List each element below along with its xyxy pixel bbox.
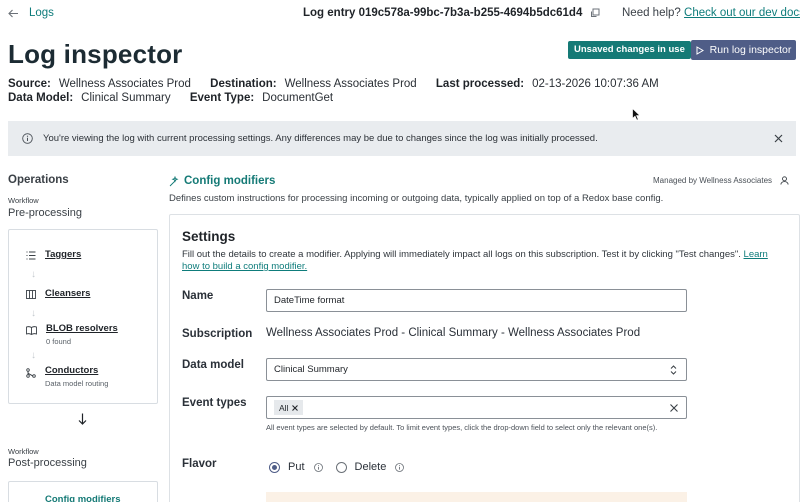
event-type-chip-all[interactable]: All — [274, 400, 304, 415]
flavor-put-radio[interactable] — [269, 461, 280, 473]
meta-row-1: Source: Wellness Associates Prod Destinat… — [8, 78, 675, 90]
help-text: Need help? Check out our dev docs. — [622, 7, 800, 19]
data-model-selected: Clinical Summary — [274, 364, 348, 375]
arrow-down-icon: ↓ — [31, 350, 36, 361]
source-label: Source: — [8, 78, 51, 90]
dev-docs-link[interactable]: Check out our dev docs. — [684, 7, 800, 19]
config-modifiers-nav-item[interactable]: Config modifiers — [45, 494, 120, 502]
conductors-description: Data model routing — [45, 379, 109, 388]
data-model-value: Clinical Summary — [81, 92, 171, 104]
event-types-select[interactable]: All — [266, 396, 687, 419]
operations-title: Operations — [8, 174, 69, 186]
last-processed-label: Last processed: — [435, 78, 525, 90]
log-entry-title: Log entry 019c578a-99bc-7b3a-b255-4694b5… — [303, 7, 600, 19]
post-processing-operations: Config modifiers — [8, 481, 158, 502]
data-model-field-label: Data model — [182, 359, 244, 371]
user-icon — [780, 176, 789, 185]
info-banner: You're viewing the log with current proc… — [8, 121, 796, 156]
branch-icon — [26, 368, 36, 378]
back-label: Logs — [29, 7, 54, 19]
event-types-label: Event types — [182, 397, 247, 409]
operation-taggers[interactable]: Taggers — [26, 249, 81, 260]
run-button-label: Run log inspector — [709, 44, 792, 56]
back-to-logs-link[interactable]: Logs — [8, 7, 54, 19]
unsaved-changes-badge: Unsaved changes in use — [568, 41, 691, 59]
blob-resolvers-label: BLOB resolvers — [46, 323, 118, 334]
cleansers-label: Cleansers — [45, 288, 91, 299]
post-workflow-label: Workflow — [8, 447, 39, 456]
event-type-value: DocumentGet — [262, 92, 334, 104]
managed-by-text: Managed by Wellness Associates — [653, 176, 773, 185]
operation-blob-resolvers[interactable]: BLOB resolvers 0 found — [26, 323, 118, 346]
flavor-label: Flavor — [182, 458, 217, 470]
remove-chip-icon[interactable] — [292, 404, 299, 411]
log-entry-id: Log entry 019c578a-99bc-7b3a-b255-4694b5… — [303, 7, 583, 19]
config-modifiers-heading: Config modifiers — [184, 175, 276, 187]
close-icon[interactable] — [774, 134, 783, 143]
operation-conductors[interactable]: Conductors Data model routing — [26, 365, 108, 388]
info-icon[interactable] — [313, 462, 323, 472]
arrow-left-icon — [8, 9, 19, 18]
subscription-label: Subscription — [182, 328, 253, 340]
last-processed-value: 02-13-2026 10:07:36 AM — [532, 78, 659, 90]
chevron-up-down-icon — [670, 365, 677, 375]
book-icon — [26, 326, 37, 335]
pre-processing-operations: Taggers ↓ Cleansers ↓ BLOB resolvers 0 f… — [8, 229, 158, 404]
destination-value: Wellness Associates Prod — [284, 78, 417, 90]
post-processing-title: Post-processing — [8, 457, 87, 469]
conductors-label: Conductors — [45, 365, 99, 376]
banner-text: You're viewing the log with current proc… — [43, 133, 598, 144]
page-title: Log inspector — [8, 39, 183, 69]
info-icon — [22, 133, 33, 144]
help-prefix: Need help? — [622, 7, 681, 19]
flavor-radio-group: Put Delete — [269, 461, 405, 473]
event-types-hint: All event types are selected by default.… — [266, 423, 658, 432]
notice-box — [266, 492, 687, 502]
event-type-label: Event Type: — [189, 92, 255, 104]
operation-cleansers[interactable]: Cleansers — [26, 288, 90, 299]
clear-icon[interactable] — [670, 404, 678, 412]
cleanser-icon — [26, 290, 36, 299]
chip-label: All — [279, 402, 289, 413]
run-log-inspector-button[interactable]: Run log inspector — [691, 40, 796, 60]
data-model-label: Data Model: — [8, 92, 74, 104]
flavor-delete-label: Delete — [354, 461, 387, 473]
source-value: Wellness Associates Prod — [58, 78, 191, 90]
settings-description: Fill out the details to create a modifie… — [182, 249, 782, 273]
flavor-put-label: Put — [288, 461, 305, 473]
name-input[interactable] — [266, 289, 687, 312]
managed-by: Managed by Wellness Associates — [653, 176, 789, 185]
meta-row-2: Data Model: Clinical Summary Event Type: D… — [8, 92, 349, 104]
blob-resolvers-count: 0 found — [46, 337, 72, 346]
flavor-delete-radio[interactable] — [335, 461, 347, 473]
arrow-down-icon: ↓ — [31, 269, 36, 280]
pre-processing-title: Pre-processing — [8, 207, 82, 219]
arrow-down-icon: ↓ — [31, 308, 36, 319]
pre-workflow-label: Workflow — [8, 196, 39, 205]
arrow-down-icon — [78, 413, 87, 425]
wand-icon — [169, 175, 180, 187]
settings-description-text: Fill out the details to create a modifie… — [182, 249, 741, 260]
config-modifiers-description: Defines custom instructions for processi… — [169, 193, 664, 204]
taggers-label: Taggers — [45, 249, 82, 260]
mouse-cursor-icon — [632, 108, 641, 121]
list-icon — [26, 251, 36, 260]
play-icon — [696, 45, 704, 55]
subscription-value: Wellness Associates Prod - Clinical Summ… — [266, 327, 641, 339]
settings-title: Settings — [182, 229, 236, 244]
destination-label: Destination: — [210, 78, 277, 90]
name-label: Name — [182, 290, 214, 302]
info-icon[interactable] — [395, 462, 405, 472]
config-modifiers-title: Config modifiers — [169, 175, 275, 187]
copy-icon[interactable] — [590, 8, 600, 18]
data-model-select[interactable]: Clinical Summary — [266, 358, 687, 381]
